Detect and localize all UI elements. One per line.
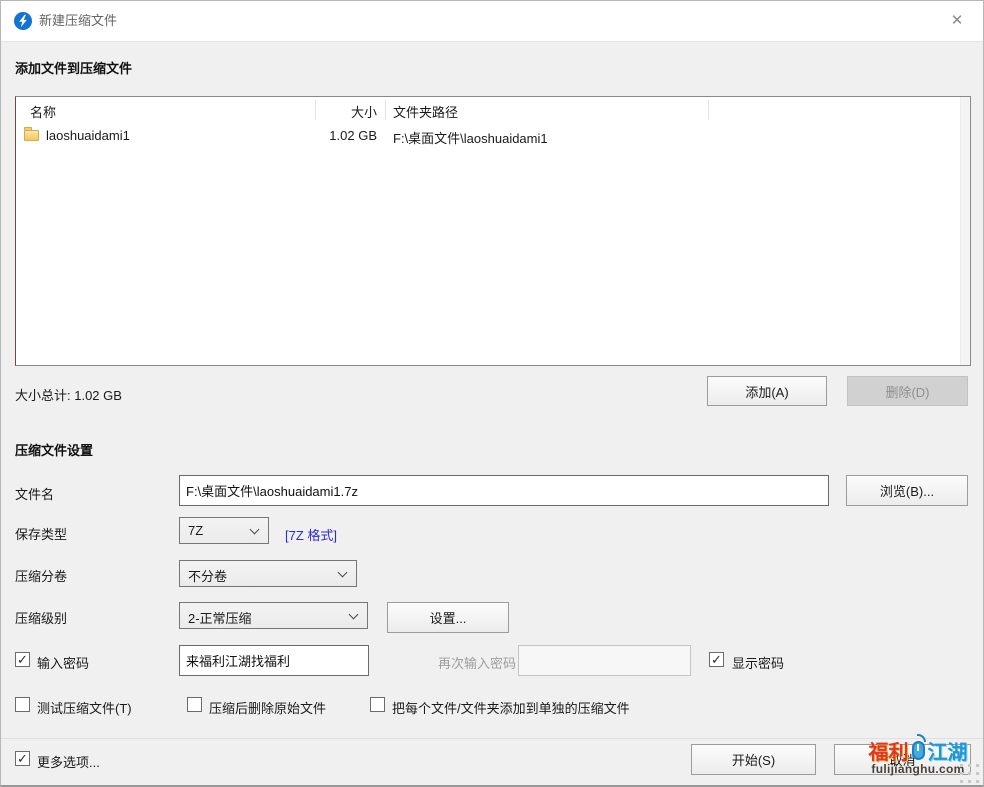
footer-divider xyxy=(1,738,983,739)
show-password-checkbox[interactable] xyxy=(709,652,724,667)
level-settings-button[interactable]: 设置... xyxy=(387,602,509,633)
separate-archives-checkbox[interactable] xyxy=(370,697,385,712)
format-label: 保存类型 xyxy=(15,527,68,542)
show-password-label[interactable]: 显示密码 xyxy=(732,653,784,672)
file-size-cell: 1.02 GB xyxy=(329,128,377,143)
volume-select[interactable]: 不分卷 xyxy=(179,560,357,587)
title-bar: 新建压缩文件 ✕ xyxy=(1,1,983,42)
start-button[interactable]: 开始(S) xyxy=(691,744,816,775)
list-scrollbar[interactable] xyxy=(960,97,970,365)
separate-archives-label[interactable]: 把每个文件/文件夹添加到单独的压缩文件 xyxy=(392,698,630,717)
password-input[interactable] xyxy=(179,645,369,676)
chevron-down-icon xyxy=(337,567,348,578)
close-icon[interactable]: ✕ xyxy=(939,1,975,41)
watermark: 福利 江湖 fulijianghu.com xyxy=(850,733,983,776)
file-row[interactable]: laoshuaidami1 1.02 GB F:\桌面文件\laoshuaida… xyxy=(16,124,958,146)
filename-input[interactable] xyxy=(179,475,829,506)
format-info-link[interactable]: [7Z 格式] xyxy=(285,525,337,544)
browse-button[interactable]: 浏览(B)... xyxy=(846,475,968,506)
new-archive-dialog: 新建压缩文件 ✕ 添加文件到压缩文件 名称 大小 文件夹路径 laoshuaid… xyxy=(0,0,984,787)
password-label[interactable]: 输入密码 xyxy=(37,653,89,672)
column-header-size[interactable]: 大小 xyxy=(266,102,377,121)
filename-label: 文件名 xyxy=(15,487,55,502)
format-select[interactable]: 7Z xyxy=(179,517,269,544)
more-options-checkbox[interactable] xyxy=(15,751,30,766)
window-title: 新建压缩文件 xyxy=(39,13,118,28)
level-label: 压缩级别 xyxy=(15,611,68,626)
mouse-icon xyxy=(911,733,926,760)
level-select[interactable]: 2-正常压缩 xyxy=(179,602,368,629)
watermark-text-right: 江湖 xyxy=(927,741,968,764)
chevron-down-icon xyxy=(348,609,359,620)
dot-grid-decoration xyxy=(960,764,963,767)
delete-original-checkbox[interactable] xyxy=(187,697,202,712)
watermark-logo: 福利 江湖 xyxy=(850,733,983,765)
file-name-cell: laoshuaidami1 xyxy=(46,128,130,143)
file-path-cell: F:\桌面文件\laoshuaidami1 xyxy=(393,131,548,146)
add-files-section-title: 添加文件到压缩文件 xyxy=(15,61,133,76)
folder-icon xyxy=(24,127,39,141)
confirm-password-label: 再次输入密码 xyxy=(438,656,517,671)
test-archive-checkbox[interactable] xyxy=(15,697,30,712)
column-header-name[interactable]: 名称 xyxy=(30,102,56,121)
watermark-text-left: 福利 xyxy=(868,741,909,764)
bandizip-logo-icon xyxy=(14,12,32,30)
file-list[interactable]: 名称 大小 文件夹路径 laoshuaidami1 1.02 GB F:\桌面文… xyxy=(15,96,971,366)
file-list-header: 名称 大小 文件夹路径 xyxy=(16,97,970,123)
add-button[interactable]: 添加(A) xyxy=(707,376,827,406)
volume-label: 压缩分卷 xyxy=(15,569,68,584)
more-options-label[interactable]: 更多选项... xyxy=(37,752,100,771)
column-divider xyxy=(385,100,386,120)
chevron-down-icon xyxy=(249,524,260,535)
format-selected-value: 7Z xyxy=(188,523,204,538)
confirm-password-input xyxy=(518,645,691,676)
total-size-label: 大小总计: 1.02 GB xyxy=(15,388,122,403)
column-header-path[interactable]: 文件夹路径 xyxy=(393,102,458,121)
delete-button: 删除(D) xyxy=(847,376,968,406)
column-divider xyxy=(708,100,709,120)
level-selected-value: 2-正常压缩 xyxy=(188,611,252,626)
volume-selected-value: 不分卷 xyxy=(188,569,228,584)
delete-original-label[interactable]: 压缩后删除原始文件 xyxy=(209,698,326,717)
test-archive-label[interactable]: 测试压缩文件(T) xyxy=(37,698,132,717)
password-checkbox[interactable] xyxy=(15,652,30,667)
settings-section-title: 压缩文件设置 xyxy=(15,443,94,458)
column-divider xyxy=(315,100,316,120)
